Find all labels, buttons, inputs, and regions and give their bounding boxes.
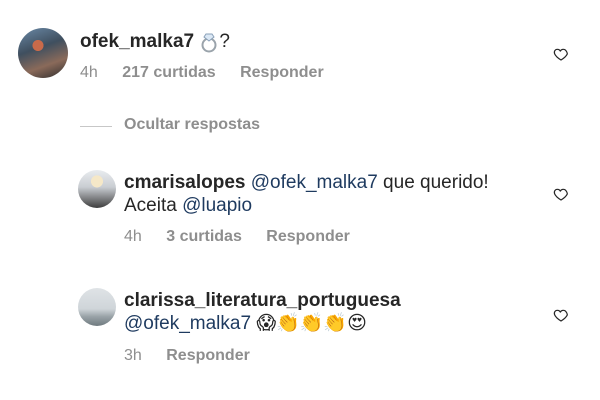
comment-time: 4h — [80, 64, 98, 81]
comment-body: clarissa_literatura_portuguesa — [124, 290, 401, 312]
comment-username[interactable]: clarissa_literatura_portuguesa — [124, 290, 401, 311]
hide-replies-button[interactable]: Ocultar respostas — [124, 116, 260, 134]
emoji-sequence: 😱👏👏👏😍 — [256, 313, 367, 334]
mention-link[interactable]: @luapio — [182, 195, 252, 216]
heart-outline-icon[interactable] — [553, 307, 569, 323]
heart-outline-icon[interactable] — [553, 186, 569, 202]
comment-username[interactable]: ofek_malka7 — [80, 31, 194, 52]
mention-link[interactable]: @ofek_malka7 — [124, 313, 251, 334]
comment-body-line2: @ofek_malka7 😱👏👏👏😍 — [124, 313, 367, 335]
reply-button[interactable]: Responder — [240, 63, 324, 83]
avatar[interactable] — [18, 28, 68, 78]
mention-link[interactable]: @ofek_malka7 — [251, 172, 378, 193]
ring-emoji-icon — [199, 31, 219, 53]
reply-button[interactable]: Responder — [166, 346, 250, 366]
comment-text: ? — [219, 31, 230, 52]
comment-meta: 4h 217 curtidas Responder — [80, 63, 324, 83]
comment-text: que querido! — [377, 172, 489, 193]
comment-time: 4h — [124, 228, 142, 245]
heart-outline-icon[interactable] — [553, 46, 569, 62]
reply-button[interactable]: Responder — [266, 227, 350, 247]
divider — [80, 126, 112, 127]
comment-meta: 4h 3 curtidas Responder — [124, 227, 350, 247]
comment-body-line2: Aceita @luapio — [124, 195, 252, 217]
comment-username[interactable]: cmarisalopes — [124, 172, 245, 193]
comment-body: cmarisalopes @ofek_malka7 que querido! — [124, 172, 489, 194]
avatar[interactable] — [78, 288, 116, 326]
comment-body: ofek_malka7 ? — [80, 31, 230, 53]
comment-time: 3h — [124, 347, 142, 364]
comment-likes[interactable]: 217 curtidas — [122, 63, 215, 83]
comment-likes[interactable]: 3 curtidas — [166, 227, 242, 247]
avatar[interactable] — [78, 170, 116, 208]
comment-text: Aceita — [124, 195, 183, 216]
comment-meta: 3h Responder — [124, 346, 250, 366]
